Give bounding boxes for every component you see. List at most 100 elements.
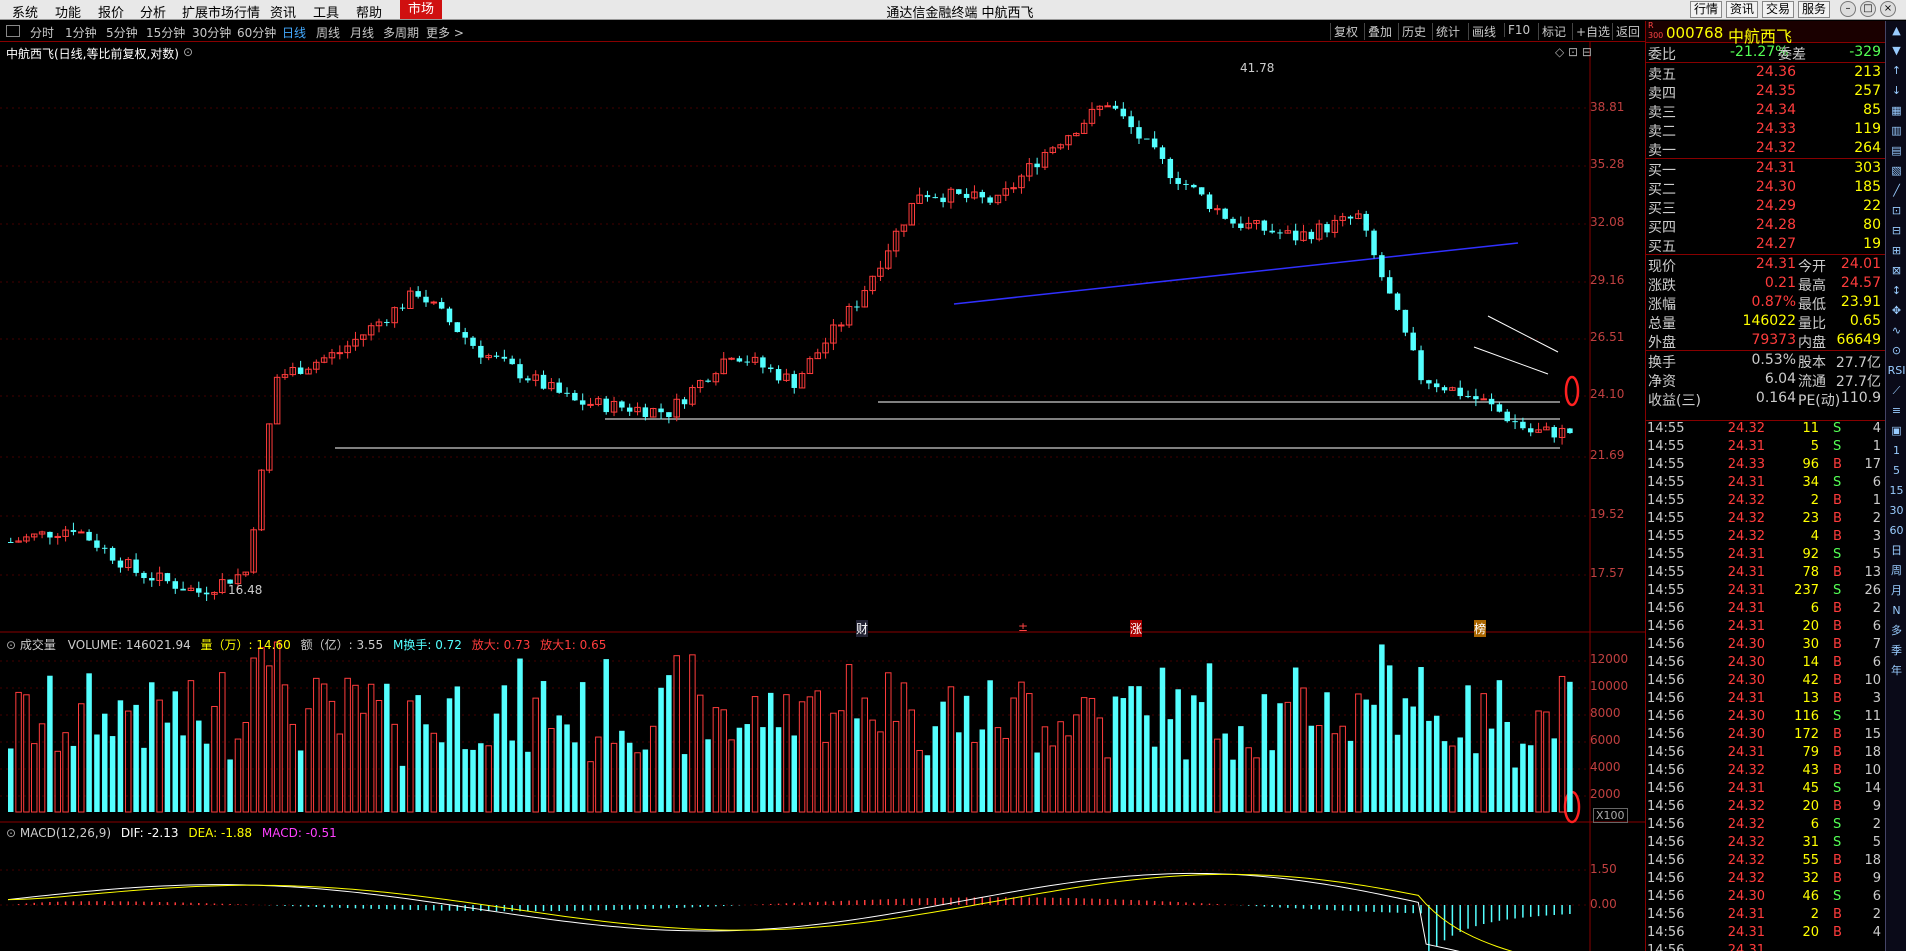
ask-row[interactable]: 卖四 24.35 257: [1646, 82, 1885, 102]
menu-item-help[interactable]: 帮助: [356, 2, 382, 21]
right-tool-icon[interactable]: 1: [1886, 441, 1906, 461]
right-tool-icon[interactable]: 月: [1886, 581, 1906, 601]
ask-row[interactable]: 卖三 24.34 85: [1646, 101, 1885, 121]
tick-row[interactable]: 14:56 24.30 116 S 11: [1645, 709, 1885, 727]
right-tool-icon[interactable]: ⊞: [1886, 241, 1906, 261]
right-tool-icon[interactable]: 季: [1886, 641, 1906, 661]
tick-row[interactable]: 14:55 24.31 237 S 26: [1645, 583, 1885, 601]
bid-row[interactable]: 买二 24.30 185: [1646, 178, 1885, 198]
menu-item-system[interactable]: 系统: [12, 2, 38, 21]
tool-back[interactable]: 返回: [1612, 23, 1643, 40]
tick-row[interactable]: 14:56 24.31 20 B 6: [1645, 619, 1885, 637]
event-marker-plusminus[interactable]: ±: [1018, 620, 1028, 634]
right-tool-icon[interactable]: 15: [1886, 481, 1906, 501]
tick-row[interactable]: 14:55 24.31 78 B 13: [1645, 565, 1885, 583]
tick-row[interactable]: 14:56 24.32 55 B 18: [1645, 853, 1885, 871]
menu-item-quote[interactable]: 报价: [98, 2, 124, 21]
event-marker-list[interactable]: 榜: [1474, 620, 1487, 637]
period-60min[interactable]: 60分钟: [237, 24, 276, 41]
right-tool-icon[interactable]: 多: [1886, 621, 1906, 641]
tick-row[interactable]: 14:56 24.30 30 B 7: [1645, 637, 1885, 655]
menu-item-function[interactable]: 功能: [55, 2, 81, 21]
tick-list[interactable]: 14:55 24.32 11 S 4 14:55 24.31 5 S 1 14:55 24.33 96 B…: [1645, 420, 1885, 951]
volume-pane-icon[interactable]: ⊙: [6, 638, 20, 652]
tick-row[interactable]: 14:55 24.31 5 S 1: [1645, 439, 1885, 457]
tick-row[interactable]: 14:56 24.31 79 B 18: [1645, 745, 1885, 763]
period-1min[interactable]: 1分钟: [65, 24, 97, 41]
tick-row[interactable]: 14:56 24.31 6 B 2: [1645, 601, 1885, 619]
tool-draw[interactable]: 画线: [1468, 23, 1499, 40]
period-daily[interactable]: 日线: [282, 24, 306, 41]
menu-item-market[interactable]: 市场: [400, 0, 443, 19]
tick-row[interactable]: 14:56 24.30 172 B 15: [1645, 727, 1885, 745]
tick-row[interactable]: 14:56 24.32 32 B 9: [1645, 871, 1885, 889]
tick-row[interactable]: 14:56 24.31 20 B 4: [1645, 925, 1885, 943]
right-tool-icon[interactable]: ▤: [1886, 141, 1906, 161]
tick-row[interactable]: 14:55 24.31 34 S 6: [1645, 475, 1885, 493]
menu-item-analysis[interactable]: 分析: [140, 2, 166, 21]
right-tool-icon[interactable]: 年: [1886, 661, 1906, 681]
right-tool-icon[interactable]: ▧: [1886, 161, 1906, 181]
right-tool-icon[interactable]: ⟋: [1886, 381, 1906, 401]
bid-row[interactable]: 买三 24.29 22: [1646, 197, 1885, 217]
tool-add-favorite[interactable]: +自选: [1572, 23, 1613, 40]
right-tool-icon[interactable]: ▣: [1886, 421, 1906, 441]
period-30min[interactable]: 30分钟: [192, 24, 231, 41]
tick-row[interactable]: 14:56 24.32 6 S 2: [1645, 817, 1885, 835]
right-tool-icon[interactable]: 5: [1886, 461, 1906, 481]
menu-item-ext-market[interactable]: 扩展市场行情: [182, 2, 260, 21]
bid-row[interactable]: 买五 24.27 19: [1646, 235, 1885, 255]
top-button-trade[interactable]: 交易: [1762, 1, 1795, 18]
tool-history[interactable]: 历史: [1398, 23, 1429, 40]
tick-row[interactable]: 14:56 24.31: [1645, 943, 1885, 951]
tool-f10[interactable]: F10: [1504, 23, 1533, 37]
period-multi[interactable]: 多周期: [383, 24, 419, 41]
period-intraday[interactable]: 分时: [30, 24, 54, 41]
right-tool-icon[interactable]: ⊡: [1886, 201, 1906, 221]
right-tool-icon[interactable]: ⊙: [1886, 341, 1906, 361]
menu-item-tools[interactable]: 工具: [313, 2, 339, 21]
tool-overlay[interactable]: 叠加: [1364, 23, 1395, 40]
right-tool-icon[interactable]: ╱: [1886, 181, 1906, 201]
tool-mark[interactable]: 标记: [1538, 23, 1569, 40]
bid-row[interactable]: 买一 24.31 303: [1646, 159, 1885, 179]
minimize-icon[interactable]: –: [1840, 1, 1856, 17]
close-icon[interactable]: ×: [1880, 1, 1896, 17]
right-tool-icon[interactable]: ⊟: [1886, 221, 1906, 241]
chart-settings-icon[interactable]: ⊙: [183, 45, 193, 59]
tick-row[interactable]: 14:56 24.32 43 B 10: [1645, 763, 1885, 781]
right-tool-icon[interactable]: ▲: [1886, 21, 1906, 41]
right-tool-icon[interactable]: RSI: [1886, 361, 1906, 381]
ask-row[interactable]: 卖一 24.32 264: [1646, 139, 1885, 159]
tick-row[interactable]: 14:55 24.32 23 B 2: [1645, 511, 1885, 529]
period-more[interactable]: 更多 >: [426, 24, 464, 41]
macd-pane-icon[interactable]: ⊙: [6, 826, 20, 840]
tick-row[interactable]: 14:56 24.31 45 S 14: [1645, 781, 1885, 799]
tick-row[interactable]: 14:56 24.30 46 S 6: [1645, 889, 1885, 907]
right-tool-icon[interactable]: ≡: [1886, 401, 1906, 421]
tick-row[interactable]: 14:55 24.32 4 B 3: [1645, 529, 1885, 547]
tick-row[interactable]: 14:55 24.32 11 S 4: [1645, 421, 1885, 439]
event-marker-rise[interactable]: 涨: [1130, 620, 1143, 637]
ask-row[interactable]: 卖二 24.33 119: [1646, 120, 1885, 140]
tool-adjust[interactable]: 复权: [1330, 23, 1361, 40]
tick-row[interactable]: 14:56 24.31 2 B 2: [1645, 907, 1885, 925]
event-marker-finance[interactable]: 财: [856, 620, 869, 637]
top-button-quote[interactable]: 行情: [1690, 1, 1723, 18]
maximize-icon[interactable]: □: [1860, 1, 1876, 17]
right-tool-icon[interactable]: ↕: [1886, 281, 1906, 301]
period-15min[interactable]: 15分钟: [146, 24, 185, 41]
right-tool-icon[interactable]: 60: [1886, 521, 1906, 541]
right-tool-icon[interactable]: ▥: [1886, 121, 1906, 141]
period-5min[interactable]: 5分钟: [106, 24, 138, 41]
top-button-service[interactable]: 服务: [1798, 1, 1831, 18]
tool-stats[interactable]: 统计: [1432, 23, 1463, 40]
right-tool-icon[interactable]: ∿: [1886, 321, 1906, 341]
tick-row[interactable]: 14:56 24.30 42 B 10: [1645, 673, 1885, 691]
tick-row[interactable]: 14:56 24.32 31 S 5: [1645, 835, 1885, 853]
right-tool-icon[interactable]: ↓: [1886, 81, 1906, 101]
tick-row[interactable]: 14:55 24.33 96 B 17: [1645, 457, 1885, 475]
right-tool-icon[interactable]: ▼: [1886, 41, 1906, 61]
ask-row[interactable]: 卖五 24.36 213: [1646, 63, 1885, 83]
right-tool-icon[interactable]: 周: [1886, 561, 1906, 581]
